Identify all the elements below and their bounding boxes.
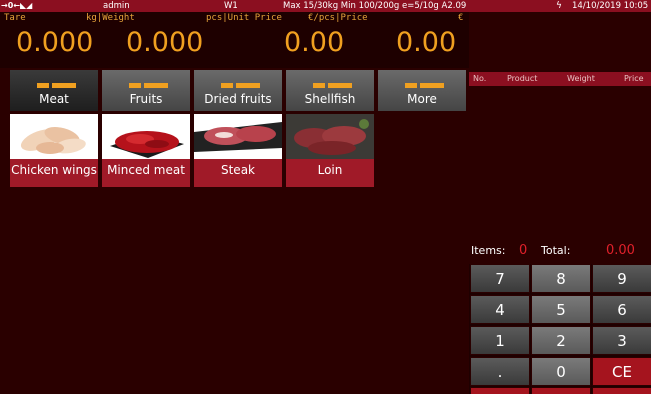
tab-label: Meat [39,92,69,106]
weight-label: kg|Weight [86,13,135,23]
numeric-keypad: 7 8 9 4 5 6 1 2 3 . 0 CE [469,264,651,394]
weighing-display: Tare kg|Weight pcs|Unit Price €/pcs|Pric… [0,12,469,68]
minced-meat-image [102,114,190,159]
price-label: €/pcs|Price [308,13,368,23]
product-steak[interactable]: Steak [193,113,283,188]
weight-value: 0.000 [126,27,204,58]
category-indicator-icon [286,83,374,88]
tab-more[interactable]: More [377,69,467,112]
key-decimal[interactable]: . [470,357,530,386]
key-8[interactable]: 8 [531,264,591,293]
tare-value: 0.000 [16,27,94,58]
column-header-no: No. [473,74,487,83]
product-chicken-wings[interactable]: Chicken wings [9,113,99,188]
product-label: Chicken wings [11,163,97,177]
key-2[interactable]: 2 [531,326,591,355]
product-minced-meat[interactable]: Minced meat [101,113,191,188]
key-clear-entry[interactable]: CE [592,357,651,386]
tare-label: Tare [4,13,26,23]
key-7[interactable]: 7 [470,264,530,293]
key-5[interactable]: 5 [531,295,591,324]
key-1[interactable]: 1 [470,326,530,355]
power-icon: ϟ [556,1,562,11]
total-label: Total: [541,244,571,257]
key-bottom-middle[interactable] [531,387,591,394]
tab-label: Dried fruits [204,92,272,106]
key-9[interactable]: 9 [592,264,651,293]
tab-dried-fruits[interactable]: Dried fruits [193,69,283,112]
datetime: 14/10/2019 10:05 [572,1,649,11]
price-currency: € [458,13,464,23]
category-indicator-icon [10,83,98,88]
tab-shellfish[interactable]: Shellfish [285,69,375,112]
tab-label: Shellfish [304,92,356,106]
key-3[interactable]: 3 [592,326,651,355]
category-indicator-icon [378,83,466,88]
key-6[interactable]: 6 [592,295,651,324]
tab-fruits[interactable]: Fruits [101,69,191,112]
column-header-weight: Weight [567,74,595,83]
unit-price-value: 0.00 [284,27,345,58]
column-header-price: Price [624,74,644,83]
key-0[interactable]: 0 [531,357,591,386]
status-bar: →0←◣◢ admin W1 Max 15/30kg Min 100/200g … [0,0,651,12]
column-header-product: Product [507,74,538,83]
scale-capacity: Max 15/30kg Min 100/200g e=5/10g A2.09 [283,1,467,11]
category-indicator-icon [102,83,190,88]
steak-image [194,114,282,159]
loin-image [286,114,374,159]
unit-price-label: pcs|Unit Price [206,13,282,23]
chicken-wings-image [10,114,98,159]
ticket-totals: Items: 0 Total: 0.00 [469,240,651,262]
ticket-header: No. Product Weight Price [469,72,651,86]
zero-tare-indicator-icon: →0←◣◢ [1,1,33,10]
product-label: Steak [220,163,255,177]
items-label: Items: [471,244,506,257]
key-bottom-left[interactable] [470,387,530,394]
tab-meat[interactable]: Meat [9,69,99,112]
scale-id: W1 [224,1,238,11]
ticket-panel: No. Product Weight Price Items: 0 Total:… [469,12,651,394]
product-loin[interactable]: Loin [285,113,375,188]
tab-label: More [407,92,437,106]
ticket-list[interactable] [469,86,651,240]
tab-label: Fruits [129,92,163,106]
total-value: 0.00 [606,243,635,258]
product-label: Minced meat [107,163,185,177]
key-4[interactable]: 4 [470,295,530,324]
category-indicator-icon [194,83,282,88]
key-bottom-right[interactable] [592,387,651,394]
user-name: admin [103,1,130,11]
items-count: 0 [519,243,528,258]
product-label: Loin [317,163,343,177]
price-value: 0.00 [396,27,457,58]
